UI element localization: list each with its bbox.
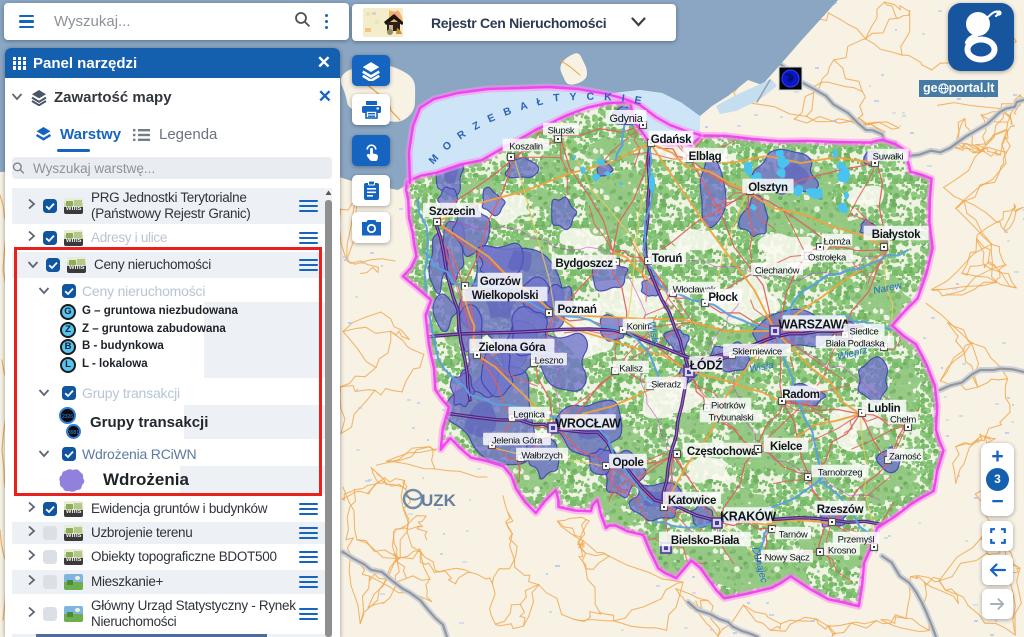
svg-text:Suwałki: Suwałki xyxy=(873,151,904,162)
svg-text:KRAKÓW: KRAKÓW xyxy=(720,509,776,524)
svg-text:Opole: Opole xyxy=(612,457,643,469)
svg-text:Słupsk: Słupsk xyxy=(548,125,575,136)
svg-text:Gorzów: Gorzów xyxy=(480,276,521,288)
svg-text:Wałbrzych: Wałbrzych xyxy=(521,450,562,461)
svg-text:Kalisz: Kalisz xyxy=(619,363,643,374)
svg-text:Jelenia Góra: Jelenia Góra xyxy=(492,435,543,446)
svg-text:Krosno: Krosno xyxy=(828,545,856,556)
svg-text:Szczecin: Szczecin xyxy=(429,206,475,218)
svg-text:Zamość: Zamość xyxy=(889,451,922,462)
svg-text:Legnica: Legnica xyxy=(513,409,545,420)
svg-text:Elbląg: Elbląg xyxy=(689,151,722,163)
svg-text:Częstochowa: Częstochowa xyxy=(687,446,758,458)
svg-text:Tarnów: Tarnów xyxy=(779,529,808,540)
svg-text:Bydgoszcz: Bydgoszcz xyxy=(555,258,613,270)
svg-text:Leszno: Leszno xyxy=(535,355,564,366)
svg-text:WARSZAWA: WARSZAWA xyxy=(778,318,849,332)
svg-text:Gdańsk: Gdańsk xyxy=(651,134,692,146)
svg-text:Tarnobrzeg: Tarnobrzeg xyxy=(818,467,863,478)
svg-text:Zielona Góra: Zielona Góra xyxy=(479,342,547,354)
svg-text:ŁÓDŹ: ŁÓDŹ xyxy=(690,358,723,373)
svg-text:Piotrków: Piotrków xyxy=(711,400,745,411)
svg-text:Nowy Sącz: Nowy Sącz xyxy=(765,552,810,563)
svg-text:Kielce: Kielce xyxy=(770,441,802,453)
svg-text:Chełm: Chełm xyxy=(890,414,916,425)
svg-text:Katowice: Katowice xyxy=(668,495,716,507)
svg-text:Wielkopolski: Wielkopolski xyxy=(472,290,539,302)
svg-text:Bielsko-Biała: Bielsko-Biała xyxy=(671,535,740,547)
svg-text:Białystok: Białystok xyxy=(872,229,921,241)
svg-text:UZK: UZK xyxy=(421,491,457,510)
svg-text:Siedlce: Siedlce xyxy=(849,326,878,337)
svg-text:Łomża: Łomża xyxy=(823,236,851,247)
svg-text:Sieradz: Sieradz xyxy=(651,379,682,390)
svg-text:Olsztyn: Olsztyn xyxy=(748,182,788,194)
svg-text:Ostrołęka: Ostrołęka xyxy=(808,252,847,263)
svg-text:Toruń: Toruń xyxy=(652,253,682,265)
svg-text:Płock: Płock xyxy=(708,292,738,304)
svg-text:Gdynia: Gdynia xyxy=(609,113,643,125)
svg-text:Ciechanów: Ciechanów xyxy=(755,265,800,276)
svg-text:Radom: Radom xyxy=(782,389,820,401)
svg-text:Rzeszów: Rzeszów xyxy=(817,504,864,516)
svg-text:Trybunalski: Trybunalski xyxy=(709,412,754,423)
svg-text:Koszalin: Koszalin xyxy=(509,141,543,152)
svg-text:Skierniewice: Skierniewice xyxy=(732,346,782,357)
svg-text:WROCŁAW: WROCŁAW xyxy=(555,417,621,431)
svg-text:Poznań: Poznań xyxy=(557,304,596,316)
